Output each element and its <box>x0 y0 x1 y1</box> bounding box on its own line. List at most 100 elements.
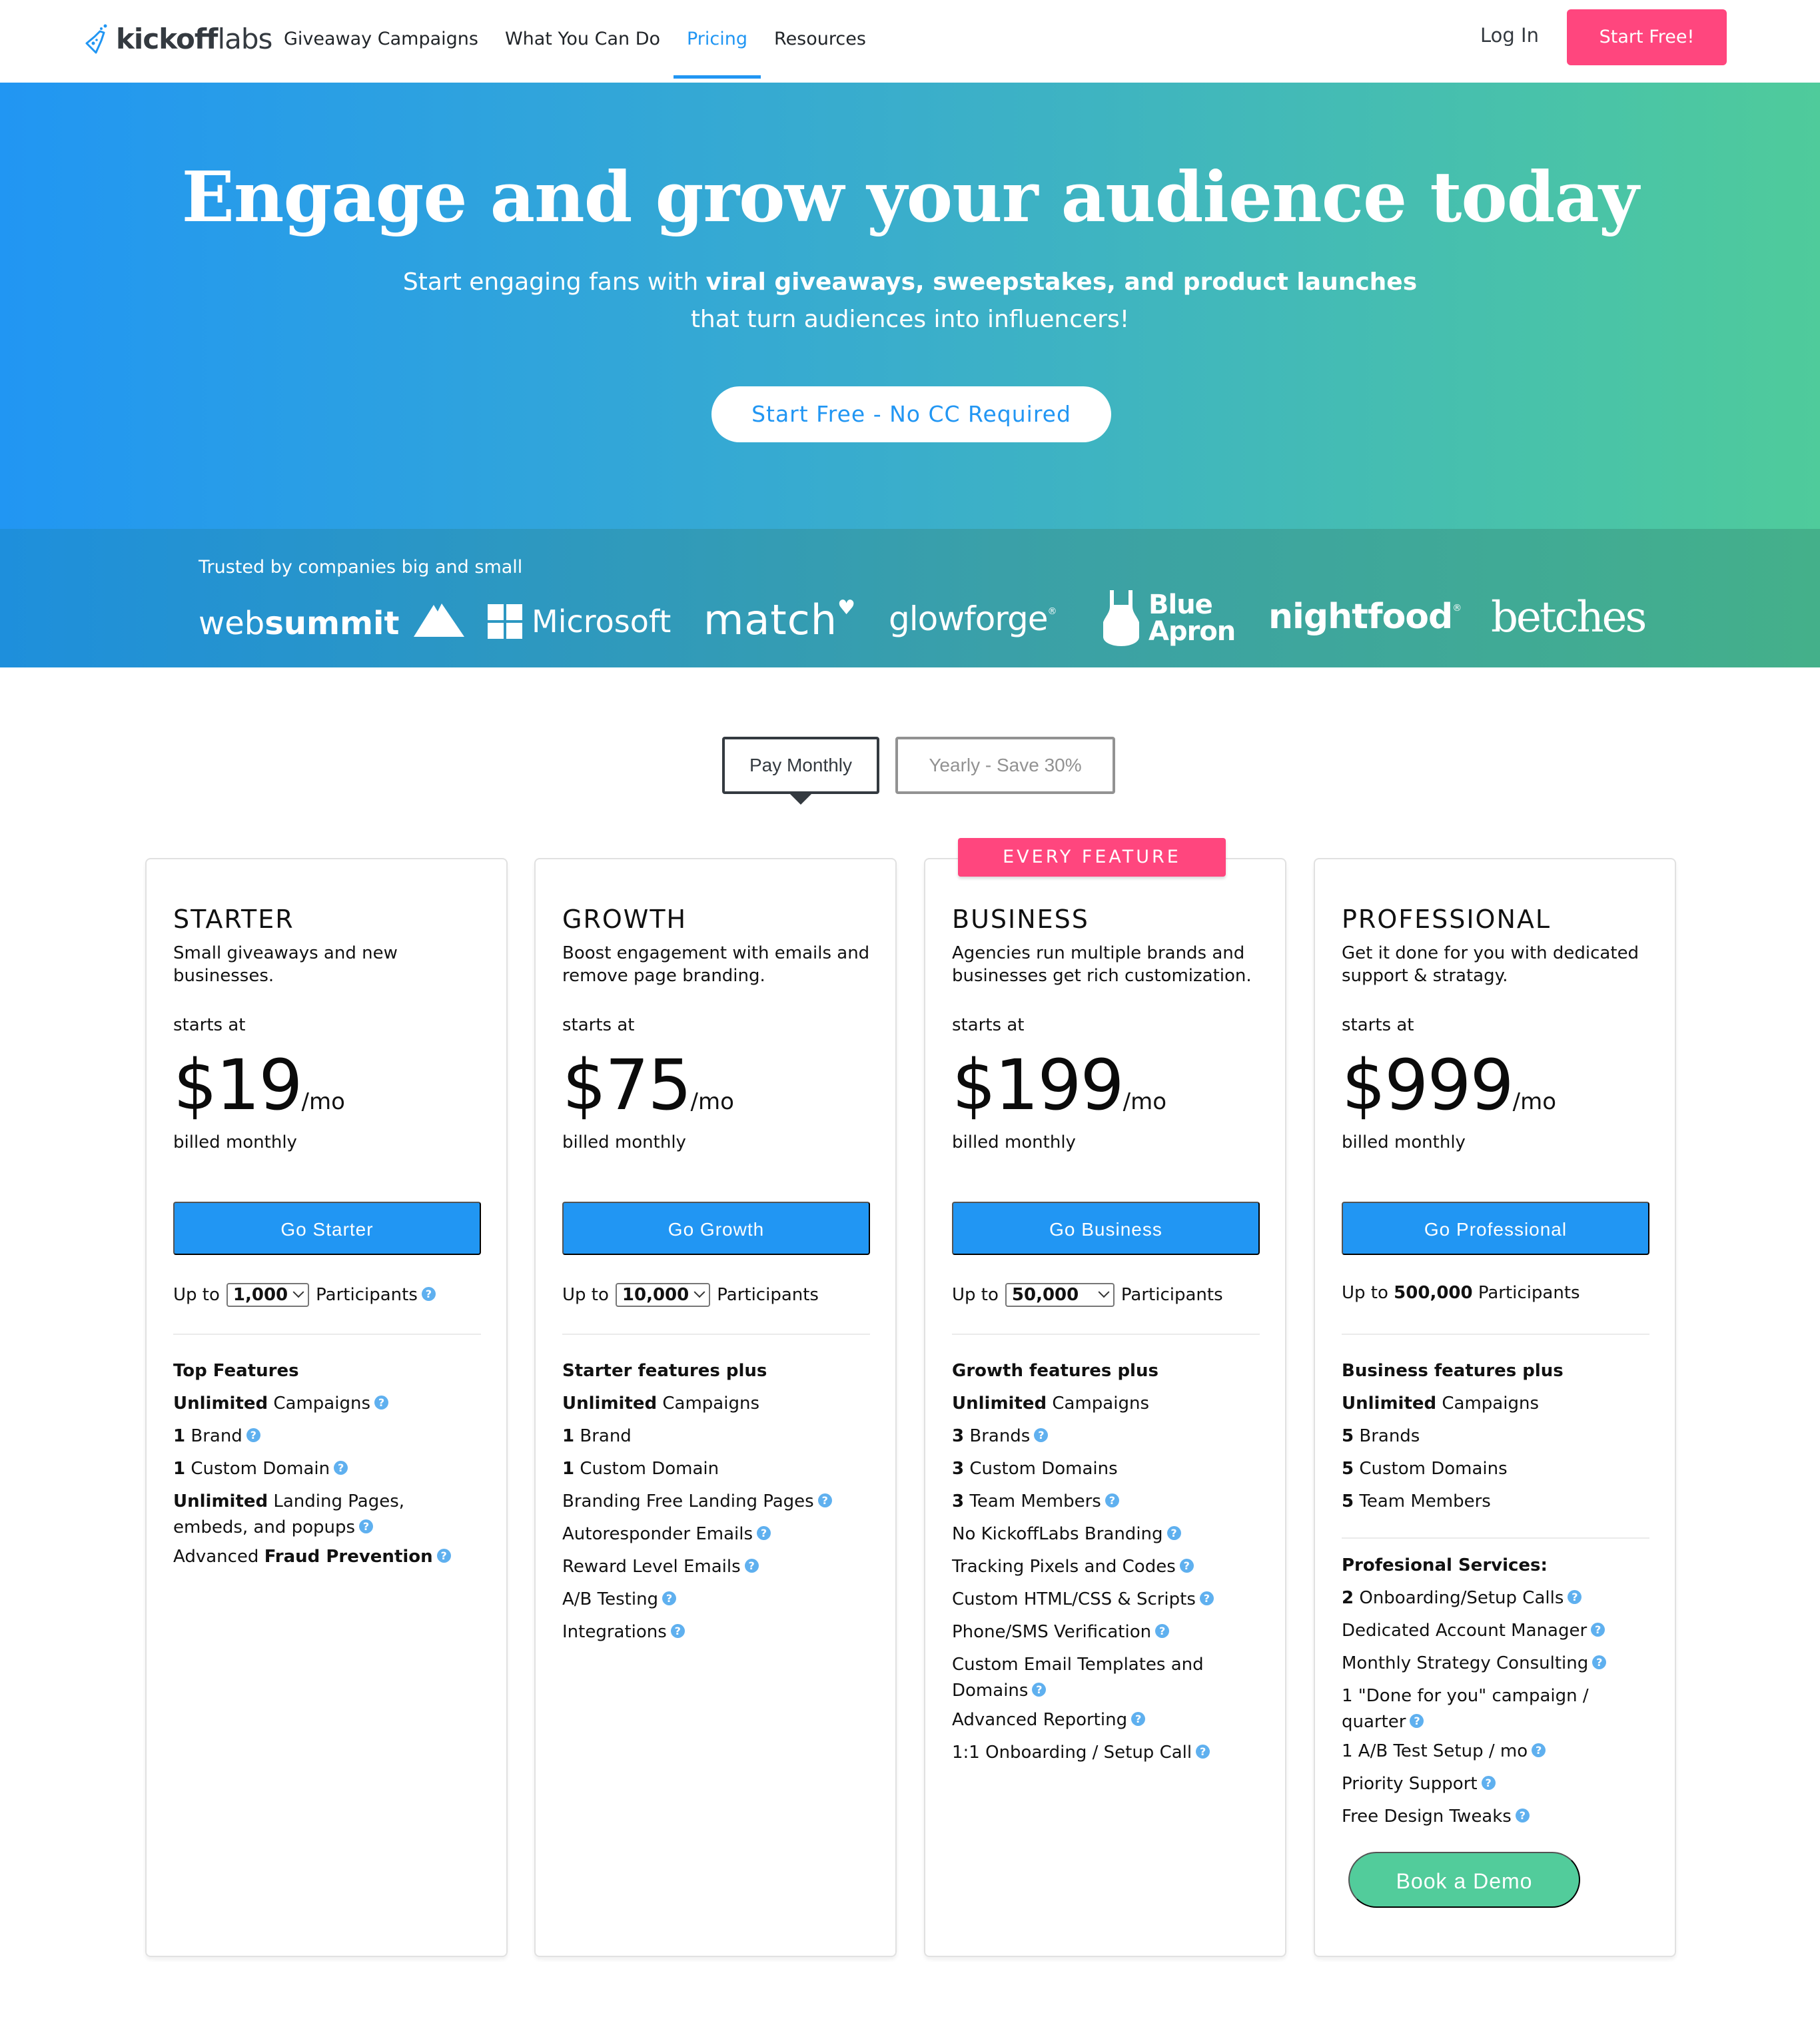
feature-item: Monthly Strategy Consulting? <box>1342 1647 1649 1680</box>
help-icon[interactable]: ? <box>670 1624 685 1638</box>
top-navbar: kickoff labs Giveaway Campaigns What You … <box>0 0 1820 83</box>
help-icon[interactable]: ? <box>1481 1776 1496 1790</box>
participants-value: 500,000 <box>1394 1283 1473 1303</box>
help-icon[interactable]: ? <box>334 1461 348 1475</box>
match-logo: match♥ <box>703 596 856 644</box>
plan-description: Small giveaways and new businesses. <box>173 943 398 986</box>
help-icon[interactable]: ? <box>1515 1809 1530 1823</box>
feature-text: Team Members <box>1354 1491 1491 1511</box>
help-icon[interactable]: ? <box>1199 1591 1214 1605</box>
participants-select[interactable]: 50,000 <box>1005 1283 1115 1307</box>
help-icon[interactable]: ? <box>421 1286 436 1301</box>
plan-price: $19/mo <box>173 1044 345 1126</box>
feature-item: 5 Brands <box>1342 1420 1649 1453</box>
participants-prefix: Up to <box>952 1285 999 1305</box>
help-icon[interactable]: ? <box>1591 1623 1605 1637</box>
blue-apron-line1: Blue <box>1148 590 1213 620</box>
help-icon[interactable]: ? <box>1155 1624 1170 1638</box>
yearly-toggle[interactable]: Yearly - Save 30% <box>895 737 1115 794</box>
nav-link-resources[interactable]: Resources <box>774 0 866 79</box>
feature-item: A/B Testing? <box>562 1583 870 1616</box>
go-growth-button[interactable]: Go Growth <box>562 1202 870 1255</box>
feature-highlight: 5 <box>1342 1491 1354 1511</box>
feature-list: Growth features plus Unlimited Campaigns 3… <box>952 1355 1260 1769</box>
go-business-button[interactable]: Go Business <box>952 1202 1260 1255</box>
participants-suffix: Participants <box>316 1285 418 1305</box>
login-link[interactable]: Log In <box>1480 24 1539 47</box>
plan-name: BUSINESS <box>952 905 1089 934</box>
hero-subtitle: Start engaging fans with viral giveaways… <box>400 264 1420 338</box>
feature-item: Advanced Reporting? <box>952 1704 1260 1737</box>
plan-price: $199/mo <box>952 1044 1166 1126</box>
price-period: /mo <box>301 1088 345 1115</box>
participants-select[interactable]: 10,000 <box>615 1283 711 1307</box>
feature-text: Integrations <box>562 1622 667 1642</box>
nav-link-pricing[interactable]: Pricing <box>673 0 761 79</box>
start-free-button[interactable]: Start Free! <box>1567 9 1727 65</box>
billing-cycle-label: billed monthly <box>1342 1132 1466 1152</box>
feature-item: 2 Onboarding/Setup Calls? <box>1342 1582 1649 1615</box>
match-logo-text: match <box>703 596 838 644</box>
feature-item: Priority Support? <box>1342 1768 1649 1801</box>
feature-text: Custom Domains <box>964 1459 1118 1479</box>
participants-value: 1,000 <box>232 1285 288 1305</box>
divider <box>173 1334 481 1335</box>
feature-item: 3 Brands? <box>952 1420 1260 1453</box>
plan-price: $999/mo <box>1342 1044 1556 1126</box>
plan-card-growth: GROWTH Boost engagement with emails and … <box>534 858 897 1957</box>
pay-monthly-toggle[interactable]: Pay Monthly <box>722 737 879 794</box>
feature-item: Dedicated Account Manager? <box>1342 1615 1649 1647</box>
feature-text: 1 "Done for you" campaign / quarter <box>1342 1686 1589 1732</box>
price-period: /mo <box>1512 1088 1557 1115</box>
help-icon[interactable]: ? <box>246 1428 260 1442</box>
participants-suffix: Participants <box>1478 1283 1580 1303</box>
feature-highlight: 1 <box>173 1459 186 1479</box>
help-icon[interactable]: ? <box>1105 1493 1119 1507</box>
help-icon[interactable]: ? <box>1568 1590 1582 1604</box>
feature-highlight: Unlimited <box>562 1394 658 1414</box>
help-icon[interactable]: ? <box>744 1559 759 1573</box>
help-icon[interactable]: ? <box>1592 1655 1607 1669</box>
hero-start-free-button[interactable]: Start Free - No CC Required <box>711 386 1111 442</box>
help-icon[interactable]: ? <box>374 1396 388 1410</box>
help-icon[interactable]: ? <box>757 1526 771 1540</box>
help-icon[interactable]: ? <box>817 1493 832 1507</box>
help-icon[interactable]: ? <box>1166 1526 1181 1540</box>
nav-links: Giveaway Campaigns What You Can Do Prici… <box>284 0 893 79</box>
plan-card-business: BUSINESS Agencies run multiple brands an… <box>924 858 1286 1957</box>
feature-text: Campaigns <box>268 1394 370 1414</box>
help-icon[interactable]: ? <box>436 1549 451 1563</box>
kickofflabs-logo[interactable]: kickoff labs <box>84 19 272 59</box>
help-icon[interactable]: ? <box>1131 1712 1146 1726</box>
price-amount: $199 <box>952 1044 1125 1126</box>
feature-highlight: 3 <box>952 1459 965 1479</box>
websummit-logo: websummit <box>199 602 464 642</box>
help-icon[interactable]: ? <box>1410 1714 1424 1728</box>
feature-highlight: 1 <box>562 1459 575 1479</box>
nav-link-what-you-can-do[interactable]: What You Can Do <box>505 0 660 79</box>
feature-highlight: 5 <box>1342 1426 1354 1446</box>
help-icon[interactable]: ? <box>1032 1683 1047 1697</box>
price-amount: $999 <box>1342 1044 1514 1126</box>
help-icon[interactable]: ? <box>1179 1559 1194 1573</box>
participants-row: Up to 500,000 Participants <box>1342 1283 1580 1303</box>
feature-text: Dedicated Account Manager <box>1342 1621 1588 1641</box>
logo-text-bold: kickoff <box>116 22 218 55</box>
go-starter-button[interactable]: Go Starter <box>173 1202 481 1255</box>
help-icon[interactable]: ? <box>1532 1743 1546 1757</box>
book-demo-button[interactable]: Book a Demo <box>1348 1852 1580 1908</box>
feature-item: Reward Level Emails? <box>562 1551 870 1583</box>
participants-select[interactable]: 1,000 <box>226 1283 310 1307</box>
feature-item: Custom Email Templates and Domains? <box>952 1649 1260 1704</box>
help-icon[interactable]: ? <box>359 1519 374 1533</box>
participants-value: 10,000 <box>622 1285 689 1305</box>
help-icon[interactable]: ? <box>1196 1745 1210 1759</box>
services-items: 2 Onboarding/Setup Calls? Dedicated Accou… <box>1342 1582 1649 1833</box>
help-icon[interactable]: ? <box>1034 1428 1049 1442</box>
go-professional-button[interactable]: Go Professional <box>1342 1202 1649 1255</box>
nav-link-giveaway-campaigns[interactable]: Giveaway Campaigns <box>284 0 478 79</box>
help-icon[interactable]: ? <box>662 1591 677 1605</box>
hero-subtitle-pre: Start engaging fans with <box>402 268 706 296</box>
feature-text: Priority Support <box>1342 1774 1478 1794</box>
price-amount: $19 <box>173 1044 303 1126</box>
